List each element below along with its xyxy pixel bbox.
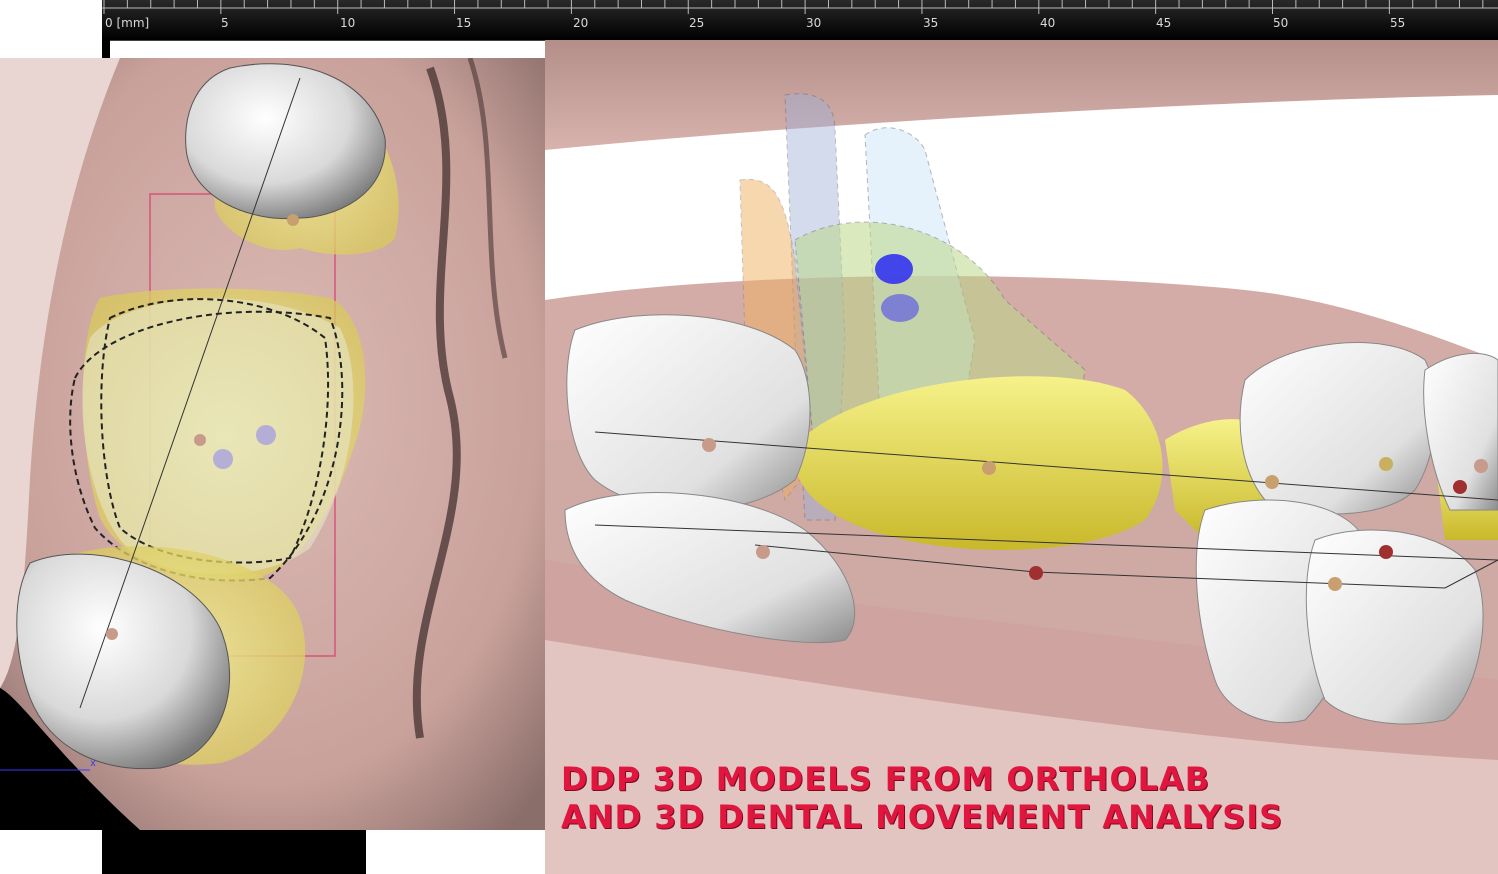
landmark-marker[interactable] (1379, 545, 1393, 559)
ruler-tick-label: 25 (689, 16, 705, 30)
landmark-marker[interactable] (287, 214, 299, 226)
ruler-tick-label: 10 (340, 16, 356, 30)
landmark-marker[interactable] (213, 449, 233, 469)
caption-line-2: AND 3D DENTAL MOVEMENT ANALYSIS (561, 798, 1284, 836)
ruler-tick-label: 45 (1156, 16, 1172, 30)
measurement-ruler: 0 [mm] 5 10 15 20 25 30 35 40 45 50 55 (102, 0, 1498, 41)
occlusal-view-render (0, 58, 545, 830)
landmark-marker[interactable] (106, 628, 118, 640)
landmark-marker[interactable] (1474, 459, 1488, 473)
ruler-tick-label: 5 (221, 16, 229, 30)
ruler-tick-label: 20 (573, 16, 589, 30)
ruler-tick-label: 55 (1390, 16, 1406, 30)
caption-line-1: DDP 3D MODELS FROM ORTHOLAB (561, 760, 1211, 798)
ruler-ticks (102, 0, 1498, 14)
landmark-marker[interactable] (875, 254, 913, 284)
occlusal-view-panel[interactable] (0, 58, 545, 830)
landmark-marker[interactable] (1453, 480, 1467, 494)
landmark-marker[interactable] (256, 425, 276, 445)
buccal-view-render (545, 40, 1498, 874)
ruler-tick-label: 35 (923, 16, 939, 30)
ruler-unit-label: 0 [mm] (105, 16, 150, 30)
landmark-marker[interactable] (1029, 566, 1043, 580)
viewport-border-bottom (102, 830, 366, 874)
ruler-tick-label: 15 (456, 16, 472, 30)
landmark-marker[interactable] (194, 434, 206, 446)
buccal-view-panel[interactable] (545, 40, 1498, 874)
landmark-marker[interactable] (1265, 475, 1279, 489)
caption-overlay: DDP 3D MODELS FROM ORTHOLAB AND 3D DENTA… (561, 760, 1381, 836)
ruler-tick-label: 50 (1273, 16, 1289, 30)
landmark-marker[interactable] (881, 294, 919, 322)
landmark-marker[interactable] (1379, 457, 1393, 471)
axis-x-label: x (90, 758, 96, 769)
landmark-marker[interactable] (1328, 577, 1342, 591)
ruler-tick-label: 30 (806, 16, 822, 30)
ruler-tick-label: 40 (1040, 16, 1056, 30)
landmark-marker[interactable] (702, 438, 716, 452)
landmark-marker[interactable] (982, 461, 996, 475)
landmark-marker[interactable] (756, 545, 770, 559)
